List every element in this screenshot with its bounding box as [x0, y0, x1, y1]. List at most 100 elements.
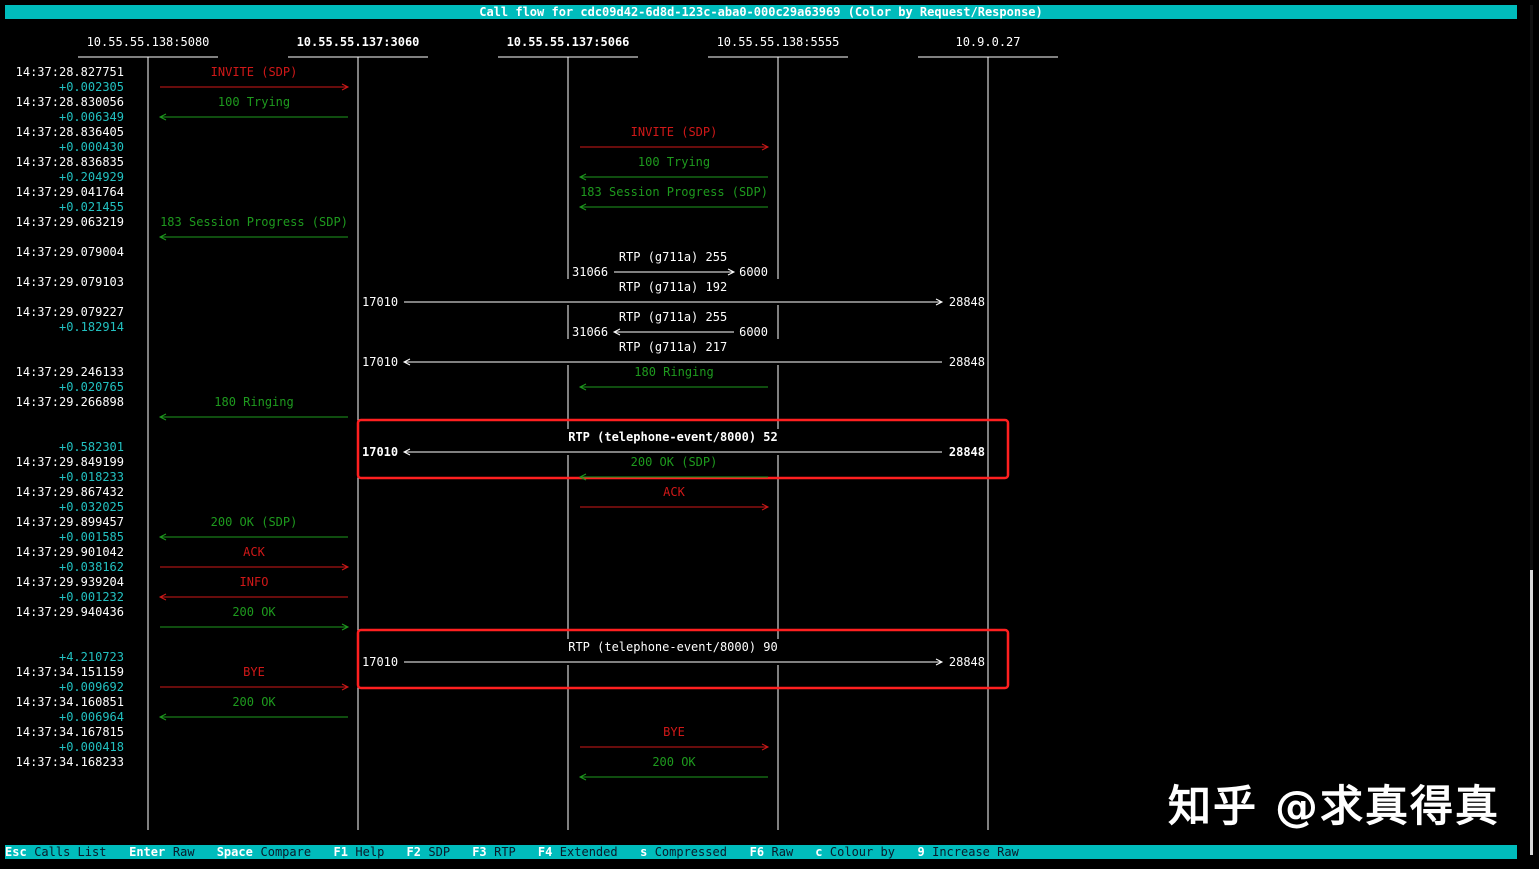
footer-keybar: Esc Calls List Enter Raw Space Compare F1 Help F… — [5, 845, 1517, 859]
rtp-stream-label: RTP (telephone-event/8000) 52 — [568, 430, 778, 444]
timestamp: 14:37:34.151159 — [16, 665, 124, 679]
rtp-port-right: 28848 — [949, 295, 985, 309]
sip-message-label: 180 Ringing — [214, 395, 293, 409]
footer-key-0[interactable]: Esc — [5, 845, 27, 859]
lifeline-gap — [566, 339, 570, 365]
sip-message-label: BYE — [243, 665, 265, 679]
timestamp: 14:37:29.899457 — [16, 515, 124, 529]
time-delta: +0.009692 — [59, 680, 124, 694]
time-delta: +0.001232 — [59, 590, 124, 604]
footer-action-3[interactable]: Help — [355, 845, 384, 859]
timestamp: 14:37:29.849199 — [16, 455, 124, 469]
rtp-port-left: 17010 — [362, 295, 398, 309]
footer-action-5[interactable]: RTP — [494, 845, 516, 859]
sip-message-label: 183 Session Progress (SDP) — [580, 185, 768, 199]
rtp-port-right: 28848 — [949, 445, 985, 459]
footer-key-9[interactable]: c — [815, 845, 822, 859]
footer-key-4[interactable]: F2 — [407, 845, 421, 859]
rtp-port-right: 28848 — [949, 355, 985, 369]
rtp-stream-label: RTP (g711a) 192 — [619, 280, 727, 294]
highlight-box — [356, 628, 1010, 690]
scrollbar-thumb[interactable] — [1530, 570, 1533, 855]
lifeline-gap — [776, 279, 780, 305]
rtp-port-right: 6000 — [739, 265, 768, 279]
timestamp: 14:37:28.836405 — [16, 125, 124, 139]
time-delta: +0.182914 — [59, 320, 124, 334]
rtp-stream-label: RTP (telephone-event/8000) 90 — [568, 640, 778, 654]
footer-key-1[interactable]: Enter — [129, 845, 165, 859]
sip-message-label: 200 OK — [652, 755, 696, 769]
time-delta: +0.000418 — [59, 740, 124, 754]
sip-message-label: 200 OK (SDP) — [211, 515, 298, 529]
rtp-stream-label: RTP (g711a) 217 — [619, 340, 727, 354]
sip-message-label: INVITE (SDP) — [211, 65, 298, 79]
footer-key-8[interactable]: F6 — [750, 845, 764, 859]
footer-action-4[interactable]: SDP — [428, 845, 450, 859]
timestamp: 14:37:29.063219 — [16, 215, 124, 229]
time-delta: +0.006349 — [59, 110, 124, 124]
timestamp: 14:37:34.167815 — [16, 725, 124, 739]
footer-key-5[interactable]: F3 — [472, 845, 486, 859]
timestamp: 14:37:29.246133 — [16, 365, 124, 379]
sip-message-label: 183 Session Progress (SDP) — [160, 215, 348, 229]
sip-message-label: INFO — [240, 575, 269, 589]
sip-message-label: ACK — [243, 545, 265, 559]
timestamp: 14:37:28.830056 — [16, 95, 124, 109]
timestamp: 14:37:29.901042 — [16, 545, 124, 559]
rtp-stream-label: RTP (g711a) 255 — [619, 250, 727, 264]
timestamp: 14:37:29.079227 — [16, 305, 124, 319]
time-delta: +4.210723 — [59, 650, 124, 664]
footer-key-6[interactable]: F4 — [538, 845, 552, 859]
timestamp: 14:37:29.867432 — [16, 485, 124, 499]
highlight-box — [356, 418, 1010, 480]
time-delta: +0.002305 — [59, 80, 124, 94]
timestamp: 14:37:34.160851 — [16, 695, 124, 709]
footer-action-9[interactable]: Colour by — [830, 845, 895, 859]
footer-action-1[interactable]: Raw — [173, 845, 195, 859]
time-delta: +0.000430 — [59, 140, 124, 154]
time-delta: +0.001585 — [59, 530, 124, 544]
footer-action-2[interactable]: Compare — [261, 845, 312, 859]
sip-message-label: 200 OK — [232, 695, 276, 709]
sip-message-label: 180 Ringing — [634, 365, 713, 379]
sip-message-label: 100 Trying — [638, 155, 710, 169]
rtp-port-left: 31066 — [572, 325, 608, 339]
sip-message-label: ACK — [663, 485, 685, 499]
time-delta: +0.018233 — [59, 470, 124, 484]
time-delta: +0.204929 — [59, 170, 124, 184]
scrollbar[interactable] — [1530, 5, 1533, 855]
watermark-text: 知乎 @求真得真 — [1168, 782, 1500, 832]
lifeline-gap — [566, 279, 570, 305]
endpoint-header: 10.55.55.138:5080 — [87, 35, 210, 49]
timestamp: 14:37:29.079103 — [16, 275, 124, 289]
footer-action-7[interactable]: Compressed — [655, 845, 727, 859]
footer-key-10[interactable]: 9 — [918, 845, 925, 859]
endpoint-header: 10.9.0.27 — [955, 35, 1020, 49]
footer-action-0[interactable]: Calls List — [34, 845, 106, 859]
footer-action-10[interactable]: Increase Raw — [932, 845, 1019, 859]
endpoint-header: 10.55.55.138:5555 — [717, 35, 840, 49]
sip-message-label: 100 Trying — [218, 95, 290, 109]
endpoint-header: 10.55.55.137:3060 — [297, 35, 420, 49]
sip-message-label: 200 OK — [232, 605, 276, 619]
sip-message-label: INVITE (SDP) — [631, 125, 718, 139]
rtp-port-left: 17010 — [362, 445, 398, 459]
footer-key-7[interactable]: s — [640, 845, 647, 859]
time-delta: +0.020765 — [59, 380, 124, 394]
lifeline-gap — [776, 339, 780, 365]
rtp-stream-label: RTP (g711a) 255 — [619, 310, 727, 324]
time-delta: +0.032025 — [59, 500, 124, 514]
footer-key-3[interactable]: F1 — [334, 845, 348, 859]
sip-message-label: 200 OK (SDP) — [631, 455, 718, 469]
timestamp: 14:37:29.079004 — [16, 245, 124, 259]
endpoint-header: 10.55.55.137:5066 — [507, 35, 630, 49]
footer-action-6[interactable]: Extended — [560, 845, 618, 859]
footer-key-2[interactable]: Space — [217, 845, 253, 859]
rtp-port-left: 17010 — [362, 655, 398, 669]
call-flow-diagram: 10.55.55.138:5080 10.55.55.137:3060 10.55.… — [16, 35, 1058, 830]
time-delta: +0.021455 — [59, 200, 124, 214]
footer-action-8[interactable]: Raw — [772, 845, 794, 859]
timestamp: 14:37:28.827751 — [16, 65, 124, 79]
timestamp: 14:37:29.940436 — [16, 605, 124, 619]
time-delta: +0.038162 — [59, 560, 124, 574]
